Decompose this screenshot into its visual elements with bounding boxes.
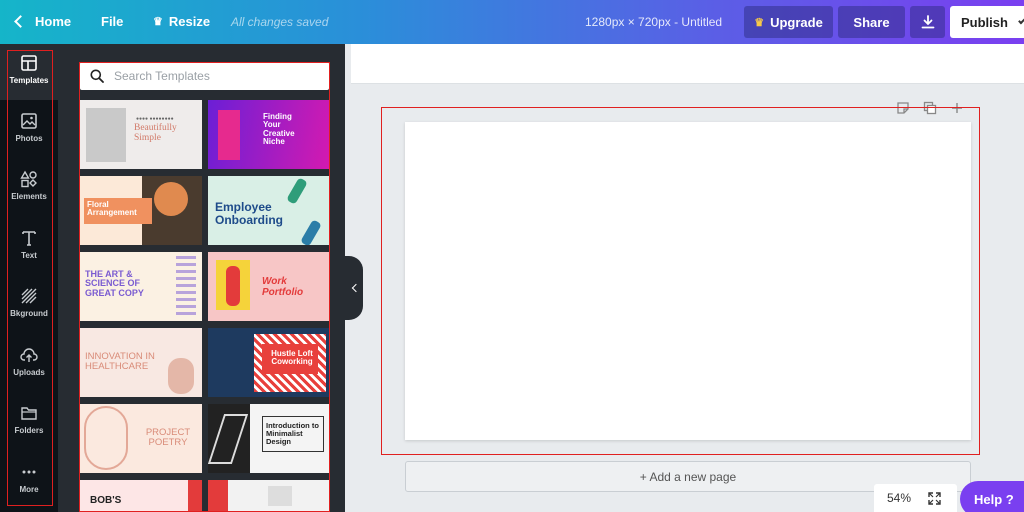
folders-icon	[21, 407, 37, 420]
template-title: Work Portfolio	[262, 276, 304, 298]
template-card[interactable]: Hustle Loft Coworking	[208, 328, 330, 397]
chevron-left-icon	[351, 283, 360, 293]
chevron-left-icon	[14, 15, 27, 28]
template-card[interactable]: Work Portfolio	[208, 252, 330, 321]
sidebar-item-text[interactable]: Text	[0, 219, 58, 275]
template-card[interactable]: Floral Arrangement	[80, 176, 202, 245]
sidebar-item-label: Bkground	[10, 309, 48, 318]
templates-icon	[21, 55, 37, 71]
publish-label: Publish	[961, 14, 1008, 30]
template-card[interactable]: INNOVATION IN HEALTHCARE	[80, 328, 202, 397]
file-label: File	[101, 14, 124, 29]
resize-label: Resize	[168, 14, 211, 29]
fullscreen-icon[interactable]	[928, 491, 941, 505]
template-title: Hustle Loft Coworking	[271, 349, 313, 367]
template-title: Floral Arrangement	[87, 200, 137, 218]
crown-icon: ♛	[153, 16, 163, 28]
template-card[interactable]: THE ART & SCIENCE OF GREAT COPY	[80, 252, 202, 321]
template-card[interactable]: PROJECT POETRY	[80, 404, 202, 473]
template-title: BOB'S	[90, 495, 122, 506]
crown-icon: ♛	[754, 16, 765, 29]
sidebar-item-label: Text	[21, 251, 37, 260]
share-button[interactable]: Share	[838, 6, 905, 38]
add-page-icon[interactable]	[950, 101, 964, 115]
download-icon	[921, 15, 934, 29]
template-title: Introduction to Minimalist Design	[266, 421, 319, 446]
share-label: Share	[853, 14, 890, 30]
page-tools	[896, 101, 964, 115]
photos-icon	[21, 113, 37, 129]
collapse-panel-button[interactable]	[345, 256, 363, 320]
editor-toolbar	[351, 44, 1024, 84]
top-bar: Home File ♛ Resize All changes saved 128…	[0, 0, 1024, 44]
sidebar-item-label: Photos	[15, 134, 43, 143]
help-button[interactable]: Help ?	[960, 481, 1024, 512]
search-icon	[90, 69, 104, 83]
sidebar-item-label: Folders	[14, 426, 44, 435]
notes-icon[interactable]	[896, 101, 910, 115]
save-status: All changes saved	[231, 15, 329, 29]
publish-button[interactable]: Publish	[950, 6, 1024, 38]
upgrade-label: Upgrade	[770, 14, 823, 30]
template-title: INNOVATION IN HEALTHCARE	[85, 351, 155, 372]
search-input[interactable]	[114, 69, 314, 83]
duplicate-page-icon[interactable]	[923, 101, 937, 115]
template-card[interactable]	[208, 480, 330, 512]
template-card[interactable]: Finding Your Creative Niche	[208, 100, 330, 169]
home-button[interactable]: Home	[14, 14, 72, 29]
background-icon	[21, 288, 37, 304]
template-title: Employee Onboarding	[215, 200, 283, 227]
sidebar-item-photos[interactable]: Photos	[0, 102, 58, 158]
download-button[interactable]	[910, 6, 945, 38]
template-title: Finding Your Creative Niche	[263, 112, 295, 147]
template-title: THE ART & SCIENCE OF GREAT COPY	[85, 269, 144, 298]
sidebar-item-elements[interactable]: Elements	[0, 160, 58, 216]
elements-icon	[20, 170, 37, 188]
template-title: PROJECT POETRY	[145, 427, 191, 448]
sidebar-item-label: Templates	[9, 76, 49, 85]
uploads-icon	[20, 348, 38, 362]
template-card[interactable]: Employee Onboarding	[208, 176, 330, 245]
sidebar-item-more[interactable]: More	[0, 453, 58, 509]
text-icon	[22, 231, 36, 246]
zoom-level[interactable]: 54%	[887, 491, 911, 505]
zoom-control[interactable]: 54%	[874, 484, 957, 512]
sidebar-item-background[interactable]: Bkground	[0, 277, 58, 333]
chevron-down-icon	[1018, 16, 1024, 24]
resize-button[interactable]: ♛ Resize	[153, 14, 210, 29]
side-nav: Templates Photos Elements Text Bkground …	[0, 44, 58, 512]
home-label: Home	[35, 14, 72, 29]
document-info[interactable]: 1280px × 720px - Untitled	[585, 15, 722, 29]
file-menu-button[interactable]: File	[101, 14, 123, 29]
sidebar-item-label: Uploads	[13, 368, 45, 377]
search-bar[interactable]	[80, 62, 329, 90]
sidebar-item-label: More	[19, 485, 39, 494]
sidebar-item-uploads[interactable]: Uploads	[0, 336, 58, 392]
template-title: Beautifully Simple	[134, 123, 177, 143]
sidebar-item-folders[interactable]: Folders	[0, 394, 58, 450]
more-icon	[22, 470, 36, 474]
sidebar-item-label: Elements	[11, 192, 47, 201]
upgrade-button[interactable]: ♛ Upgrade	[744, 6, 833, 38]
design-page[interactable]	[405, 122, 971, 440]
template-card[interactable]: BOB'S	[80, 480, 202, 512]
template-card[interactable]: Introduction to Minimalist Design	[208, 404, 330, 473]
template-card[interactable]: ●●●● ●●●●●●●● Beautifully Simple	[80, 100, 202, 169]
sidebar-item-templates[interactable]: Templates	[0, 44, 58, 100]
